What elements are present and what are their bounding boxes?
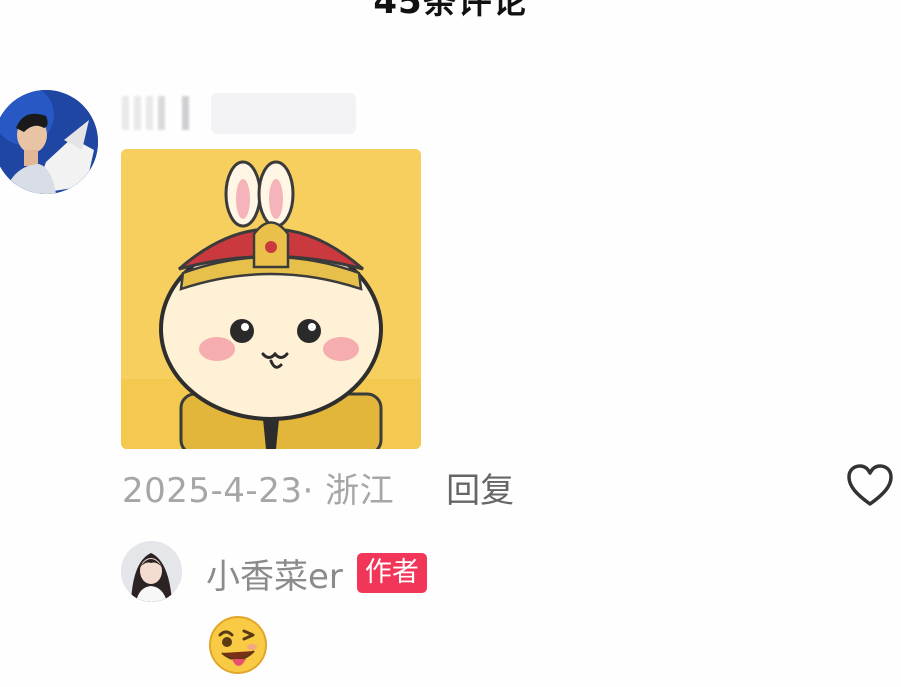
reply-avatar-image [121, 541, 182, 602]
comment-thread-page: 45条评论 2025-4-23· 浙江 回复 小香菜er 作者 [0, 0, 901, 687]
like-button[interactable] [842, 458, 898, 514]
commenter-avatar-image [0, 90, 98, 194]
comment-count-title: 45条评论 [373, 0, 528, 22]
redacted-name-block [211, 93, 356, 134]
heart-outline-icon [847, 464, 893, 506]
wink-tongue-emoji-icon [209, 616, 267, 674]
comment-meta-row: 2025-4-23· 浙江 回复 [122, 462, 514, 512]
commenter-name-redacted [122, 96, 194, 130]
reply-author-avatar[interactable] [121, 541, 182, 602]
comment-date-location: 2025-4-23· 浙江 [122, 470, 395, 511]
rabbit-emperor-sticker-art [121, 149, 421, 449]
wink-tongue-emoji [206, 613, 270, 677]
reply-author-row: 小香菜er 作者 [206, 548, 427, 598]
author-badge: 作者 [356, 553, 427, 593]
reply-button[interactable]: 回复 [446, 463, 514, 512]
reply-author-name[interactable]: 小香菜er [206, 549, 343, 598]
commenter-avatar[interactable] [0, 90, 98, 194]
comment-sticker-image[interactable] [121, 149, 421, 449]
